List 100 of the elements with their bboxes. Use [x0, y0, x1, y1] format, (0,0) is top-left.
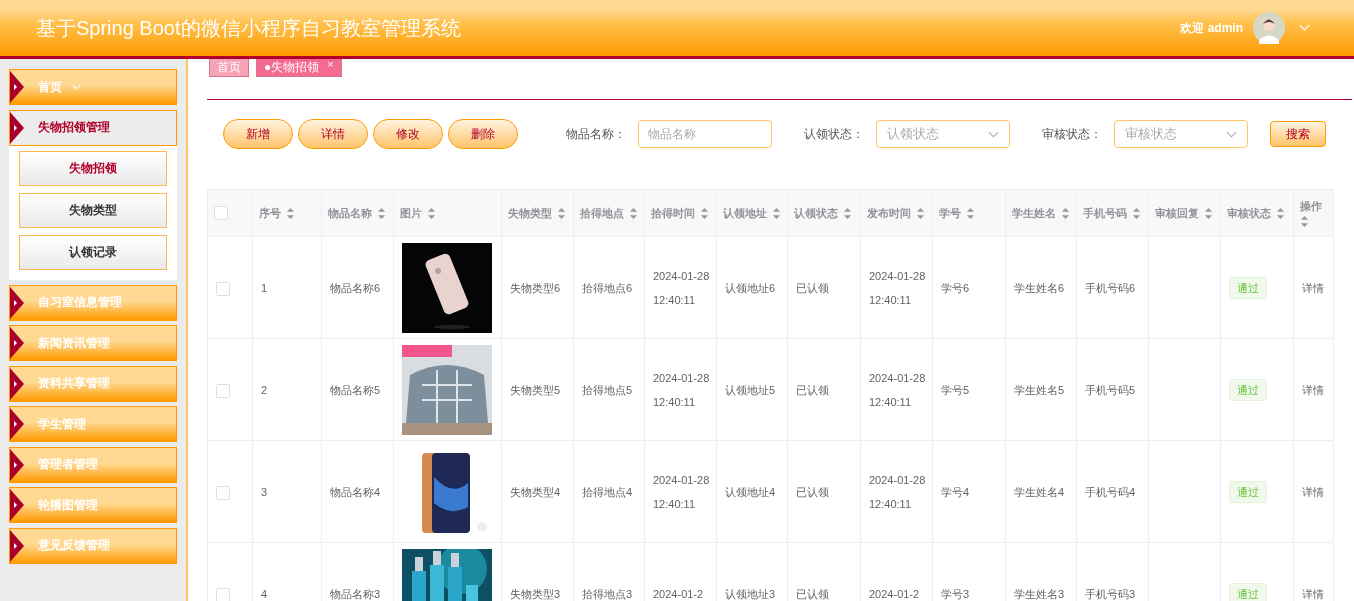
column-header[interactable]: 学生姓名	[1012, 206, 1056, 219]
column-header[interactable]: 审核状态	[1227, 206, 1271, 219]
table-cell: 学号3	[941, 587, 970, 600]
column-header[interactable]: 认领状态	[794, 206, 838, 219]
sort-icon[interactable]	[629, 208, 638, 220]
table-cell: 拾得地点6	[582, 281, 633, 294]
column-header[interactable]: 拾得地点	[580, 206, 624, 219]
checkbox[interactable]	[216, 383, 230, 398]
table-cell: 2024-01-2	[869, 587, 920, 600]
table-cell: 2024-01-28 12:40:11	[869, 473, 926, 510]
column-header[interactable]: 学号	[939, 206, 961, 219]
table-cell: 手机号码6	[1085, 281, 1136, 294]
search-button[interactable]: 搜索	[1270, 121, 1326, 147]
details-link[interactable]: 详情	[1302, 587, 1324, 600]
chevron-down-icon	[1226, 130, 1237, 138]
close-icon[interactable]: ×	[327, 59, 334, 70]
table-cell: 失物类型4	[510, 485, 561, 498]
sort-icon[interactable]	[1061, 208, 1070, 220]
action-button[interactable]: 修改	[373, 119, 443, 149]
app-title: 基于Spring Boot的微信小程序自习教室管理系统	[36, 15, 461, 41]
table-cell: 2024-01-28 12:40:11	[869, 269, 926, 306]
table-cell: 4	[261, 587, 268, 600]
table-cell: 物品名称3	[330, 587, 381, 600]
table-cell: 手机号码3	[1085, 587, 1136, 600]
sort-icon[interactable]	[966, 208, 975, 220]
table-cell: 认领地址6	[725, 281, 776, 294]
triangle-icon	[10, 286, 24, 319]
column-header[interactable]: 手机号码	[1083, 206, 1127, 219]
sort-icon[interactable]	[557, 208, 566, 220]
avatar-icon[interactable]	[1253, 12, 1285, 44]
dropdown[interactable]: 审核状态	[1114, 120, 1248, 148]
sort-icon[interactable]	[772, 208, 781, 220]
column-header[interactable]: 失物类型	[508, 206, 552, 219]
filter-label: 认领状态：	[804, 125, 864, 143]
sort-icon[interactable]	[1300, 215, 1309, 227]
triangle-icon	[10, 111, 24, 144]
table-cell: 手机号码4	[1085, 485, 1136, 498]
table-cell: 物品名称6	[330, 281, 381, 294]
table-cell: 2024-01-28 12:40:11	[653, 473, 710, 510]
table-cell: 认领地址5	[725, 383, 776, 396]
table-cell: 2024-01-2	[653, 587, 704, 600]
triangle-icon	[10, 529, 24, 562]
sort-icon[interactable]	[700, 208, 709, 220]
table-cell: 失物类型3	[510, 587, 561, 600]
table-cell: 学号6	[941, 281, 970, 294]
column-header[interactable]: 认领地址	[723, 206, 767, 219]
table-cell: 失物类型6	[510, 281, 561, 294]
column-header[interactable]: 审核回复	[1155, 206, 1199, 219]
status-tag: 通过	[1229, 276, 1267, 299]
checkbox[interactable]	[214, 206, 228, 221]
table-cell: 学生姓名3	[1014, 587, 1065, 600]
sort-icon[interactable]	[377, 208, 386, 220]
submenu-item[interactable]: 失物类型	[19, 193, 167, 228]
filter-label: 物品名称：	[566, 125, 626, 143]
sort-icon[interactable]	[916, 208, 925, 220]
checkbox[interactable]	[216, 485, 230, 500]
table-cell: 2024-01-28 12:40:11	[653, 269, 710, 306]
action-button[interactable]: 新增	[223, 119, 293, 149]
column-header[interactable]: 物品名称	[328, 206, 372, 219]
triangle-icon	[10, 71, 24, 103]
chevron-down-icon[interactable]	[1299, 24, 1310, 32]
sort-icon[interactable]	[843, 208, 852, 220]
table-cell: 2024-01-28 12:40:11	[869, 371, 926, 408]
column-header[interactable]: 拾得时间	[651, 206, 695, 219]
table-cell: 已认领	[796, 587, 829, 600]
sort-icon[interactable]	[427, 208, 436, 220]
table-cell: 学号4	[941, 485, 970, 498]
filter-label: 审核状态：	[1042, 125, 1102, 143]
column-header[interactable]: 序号	[259, 206, 281, 219]
menu-item[interactable]: 失物招领管理	[9, 109, 177, 146]
checkbox[interactable]	[216, 587, 230, 601]
sort-icon[interactable]	[1276, 208, 1285, 220]
triangle-icon	[10, 367, 24, 400]
dropdown[interactable]: 认领状态	[876, 120, 1010, 148]
submenu-item[interactable]: 失物招领	[19, 151, 167, 186]
details-link[interactable]: 详情	[1302, 485, 1324, 498]
tab[interactable]: ●失物招领 ×	[256, 59, 342, 77]
column-header[interactable]: 图片	[400, 206, 422, 219]
submenu-item[interactable]: 认领记录	[19, 235, 167, 270]
details-link[interactable]: 详情	[1302, 281, 1324, 294]
table-cell: 物品名称4	[330, 485, 381, 498]
column-header[interactable]: 发布时间	[867, 206, 911, 219]
sort-icon[interactable]	[1204, 208, 1213, 220]
sort-icon[interactable]	[286, 208, 295, 220]
triangle-icon	[10, 448, 24, 481]
column-header[interactable]: 操作	[1300, 200, 1322, 213]
sort-icon[interactable]	[1132, 208, 1141, 220]
tab[interactable]: 首页	[209, 59, 249, 77]
checkbox[interactable]	[216, 281, 230, 296]
table-cell: 拾得地点5	[582, 383, 633, 396]
action-button[interactable]: 详情	[298, 119, 368, 149]
triangle-icon	[10, 327, 24, 359]
details-link[interactable]: 详情	[1302, 383, 1324, 396]
table-cell: 2024-01-28 12:40:11	[653, 371, 710, 408]
search-field[interactable]: 物品名称	[638, 120, 772, 148]
table-cell: 认领地址4	[725, 485, 776, 498]
action-button[interactable]: 删除	[448, 119, 518, 149]
table-cell: 认领地址3	[725, 587, 776, 600]
table-cell: 2	[261, 383, 268, 396]
triangle-icon	[10, 489, 24, 521]
